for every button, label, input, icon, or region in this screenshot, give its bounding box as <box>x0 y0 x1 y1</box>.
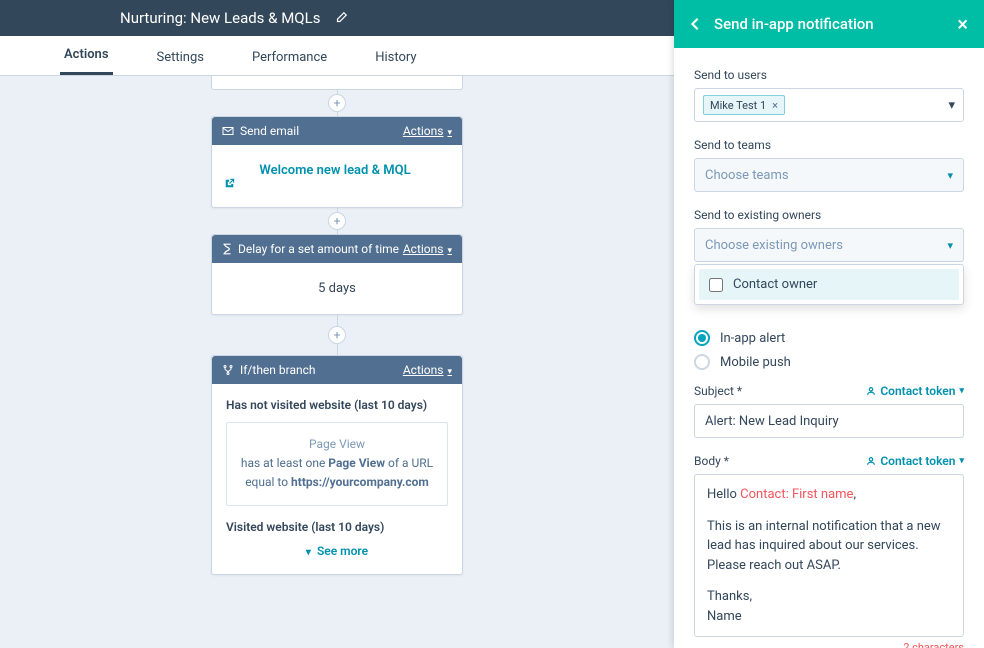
radio-icon <box>694 330 710 346</box>
card-actions-menu[interactable]: Actions▾ <box>403 242 452 256</box>
subject-input[interactable] <box>694 404 964 438</box>
external-link-icon <box>224 178 450 189</box>
user-chip[interactable]: Mike Test 1 × <box>703 95 785 115</box>
mail-icon <box>222 126 234 136</box>
edit-title-icon[interactable] <box>334 11 348 25</box>
body-insert-token[interactable]: Contact token▾ <box>866 454 964 468</box>
hourglass-icon <box>222 243 232 255</box>
previous-card-peek <box>211 76 463 90</box>
body-label: Body * <box>694 454 729 468</box>
card-title: Delay for a set amount of time <box>238 242 399 256</box>
workflow-title: Nurturing: New Leads & MQLs <box>120 9 320 27</box>
subject-label: Subject * <box>694 384 742 398</box>
card-send-email[interactable]: Send email Actions▾ Welcome new lead & M… <box>211 116 463 208</box>
send-to-users-input[interactable]: Mike Test 1 × ▾ <box>694 88 964 122</box>
owners-option-contact-owner[interactable]: Contact owner <box>699 269 959 300</box>
chevron-down-icon: ▾ <box>947 239 953 252</box>
card-title: If/then branch <box>240 363 316 377</box>
add-step-button[interactable]: + <box>328 326 346 344</box>
side-panel: Send in-app notification × Send to users… <box>674 0 984 648</box>
card-title: Send email <box>240 124 299 138</box>
card-actions-menu[interactable]: Actions▾ <box>403 124 452 138</box>
body-token-firstname: Contact: First name <box>740 487 853 502</box>
panel-title: Send in-app notification <box>714 15 874 33</box>
send-to-teams-select[interactable]: Choose teams ▾ <box>694 158 964 192</box>
card-if-then-branch[interactable]: If/then branch Actions▾ Has not visited … <box>211 355 463 575</box>
tab-settings[interactable]: Settings <box>153 50 208 75</box>
chevron-down-icon: ▾ <box>947 169 953 182</box>
close-button[interactable]: × <box>957 14 968 34</box>
body-textarea[interactable]: Hello Contact: First name, This is an in… <box>694 474 964 637</box>
owners-option-checkbox[interactable] <box>709 278 723 292</box>
add-step-button[interactable]: + <box>328 94 346 112</box>
card-actions-menu[interactable]: Actions▾ <box>403 363 452 377</box>
workflow-canvas[interactable]: + Send email Actions▾ Welcome new lead &… <box>0 76 674 648</box>
owners-dropdown: Contact owner <box>694 264 964 305</box>
send-to-owners-label: Send to existing owners <box>694 208 964 222</box>
chevron-down-icon: ▾ <box>948 98 955 113</box>
card-delay[interactable]: Delay for a set amount of time Actions▾ … <box>211 234 463 315</box>
tab-actions[interactable]: Actions <box>60 47 113 75</box>
tab-performance[interactable]: Performance <box>248 50 331 75</box>
branch-pos-title: Visited website (last 10 days) <box>226 520 448 534</box>
delay-value: 5 days <box>318 281 356 296</box>
subject-insert-token[interactable]: Contact token▾ <box>866 384 964 398</box>
send-to-teams-label: Send to teams <box>694 138 964 152</box>
branch-icon <box>222 364 234 376</box>
radio-icon <box>694 354 710 370</box>
tab-history[interactable]: History <box>371 50 420 75</box>
send-to-users-label: Send to users <box>694 68 964 82</box>
remove-chip-icon[interactable]: × <box>772 99 778 112</box>
notify-inapp-radio[interactable]: In-app alert <box>694 330 964 346</box>
body-char-count: 2 characters <box>694 641 964 648</box>
email-link[interactable]: Welcome new lead & MQL <box>224 163 450 189</box>
see-more-button[interactable]: See more <box>226 544 448 558</box>
branch-neg-title: Has not visited website (last 10 days) <box>226 398 448 412</box>
back-button[interactable] <box>690 17 700 31</box>
panel-header: Send in-app notification × <box>674 0 984 48</box>
branch-criteria: Page View has at least one Page View of … <box>226 422 448 506</box>
notify-push-radio[interactable]: Mobile push <box>694 354 964 370</box>
add-step-button[interactable]: + <box>328 212 346 230</box>
send-to-owners-select[interactable]: Choose existing owners ▾ <box>694 228 964 262</box>
